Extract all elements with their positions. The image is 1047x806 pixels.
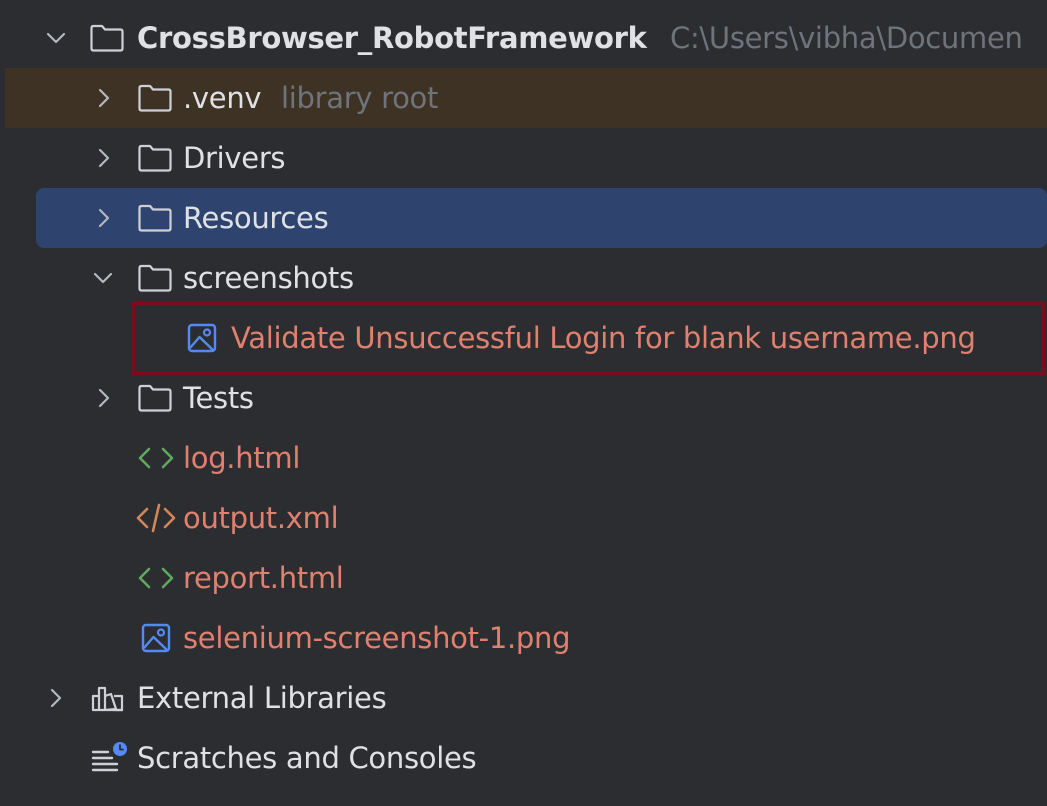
project-name: CrossBrowser_RobotFramework [137, 21, 647, 55]
tree-item-label: .venv [183, 81, 262, 115]
tree-item-label: Validate Unsuccessful Login for blank us… [231, 321, 976, 355]
chevron-right-icon[interactable] [92, 68, 116, 128]
tree-item-label: log.html [183, 441, 301, 475]
tree-row-validate-png[interactable]: Validate Unsuccessful Login for blank us… [0, 308, 1047, 368]
tree-item-label: output.xml [183, 501, 339, 535]
html-file-icon [137, 548, 175, 608]
tree-row-selenium-png[interactable]: selenium-screenshot-1.png [0, 608, 1047, 668]
tree-row-drivers[interactable]: Drivers [0, 128, 1047, 188]
tree-row-scratches[interactable]: Scratches and Consoles [0, 728, 1047, 788]
folder-icon [137, 248, 173, 308]
tree-row-report-html[interactable]: report.html [0, 548, 1047, 608]
library-icon [90, 668, 126, 728]
scratches-icon [90, 728, 130, 788]
tree-item-label: Tests [183, 381, 254, 415]
tree-item-label: External Libraries [137, 681, 387, 715]
folder-icon [137, 128, 173, 188]
chevron-right-icon[interactable] [92, 188, 116, 248]
image-file-icon [140, 608, 172, 668]
xml-file-icon [135, 488, 177, 548]
tree-item-label: Resources [183, 201, 329, 235]
tree-item-label: report.html [183, 561, 344, 595]
tree-row-log-html[interactable]: log.html [0, 428, 1047, 488]
tree-row-resources[interactable]: Resources [36, 188, 1047, 248]
chevron-down-icon[interactable] [44, 8, 68, 68]
chevron-right-icon[interactable] [92, 128, 116, 188]
chevron-down-icon[interactable] [91, 248, 115, 308]
project-tree: CrossBrowser_RobotFramework C:\Users\vib… [0, 0, 1047, 806]
tree-row-output-xml[interactable]: output.xml [0, 488, 1047, 548]
tree-item-label: selenium-screenshot-1.png [183, 621, 571, 655]
folder-icon [137, 68, 173, 128]
tree-row-screenshots[interactable]: screenshots [0, 248, 1047, 308]
tree-item-label: Scratches and Consoles [137, 741, 477, 775]
folder-icon [137, 368, 173, 428]
tree-row-tests[interactable]: Tests [0, 368, 1047, 428]
html-file-icon [137, 428, 175, 488]
chevron-right-icon[interactable] [44, 668, 68, 728]
folder-icon [89, 8, 125, 68]
tree-row-venv[interactable]: .venv library root [5, 68, 1047, 128]
tree-item-label: screenshots [183, 261, 354, 295]
image-file-icon [186, 308, 218, 368]
library-root-hint: library root [281, 81, 439, 115]
folder-icon [137, 188, 173, 248]
project-path: C:\Users\vibha\Documen [670, 21, 1023, 55]
chevron-right-icon[interactable] [92, 368, 116, 428]
tree-item-label: Drivers [183, 141, 286, 175]
tree-row-external-libraries[interactable]: External Libraries [0, 668, 1047, 728]
tree-row-root[interactable]: CrossBrowser_RobotFramework C:\Users\vib… [0, 8, 1047, 68]
